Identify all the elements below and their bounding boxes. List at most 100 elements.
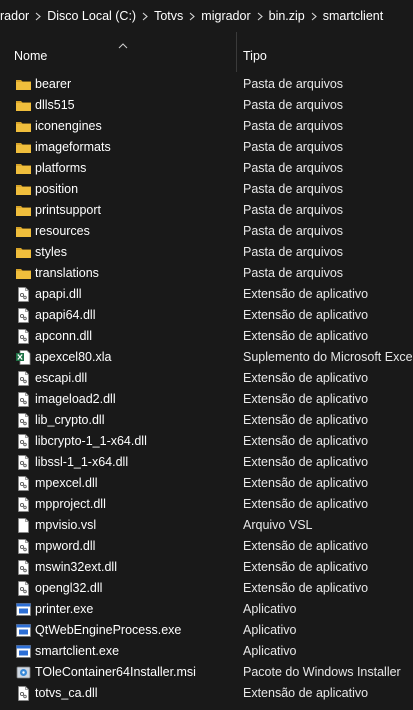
file-row[interactable]: libcrypto-1_1-x64.dll Extensão de aplicat… [0,431,413,452]
file-type: Extensão de aplicativo [243,371,369,385]
file-row[interactable]: mpexcel.dll Extensão de aplicativo [0,473,413,494]
file-list: bearer Pasta de arquivos dlls515 Pasta de a… [0,74,413,704]
dll-file-icon [15,538,32,555]
file-type: Extensão de aplicativo [243,329,369,343]
dll-file-icon [15,286,32,303]
dll-file-icon [15,454,32,471]
exe-icon [15,622,32,639]
file-name: apexcel80.xla [35,350,112,364]
file-name: mpproject.dll [35,497,106,511]
file-row[interactable]: imageformats Pasta de arquivos [0,137,413,158]
file-type: Extensão de aplicativo [243,308,369,322]
file-type: Extensão de aplicativo [243,287,369,301]
chevron-right-icon[interactable] [253,12,267,21]
file-row[interactable]: styles Pasta de arquivos [0,242,413,263]
file-type: Aplicativo [243,644,297,658]
file-name: lib_crypto.dll [35,413,105,427]
file-row[interactable]: printsupport Pasta de arquivos [0,200,413,221]
file-name: imageformats [35,140,111,154]
exe-icon [15,601,32,618]
file-row[interactable]: resources Pasta de arquivos [0,221,413,242]
file-type: Extensão de aplicativo [243,686,369,700]
column-name-label: Nome [14,49,48,63]
chevron-right-icon[interactable] [185,12,199,21]
file-row[interactable]: platforms Pasta de arquivos [0,158,413,179]
folder-icon [15,181,32,198]
file-name: bearer [35,77,72,91]
file-row[interactable]: escapi.dll Extensão de aplicativo [0,368,413,389]
file-row[interactable]: TOleContainer64Installer.msi Pacote do Wi… [0,662,413,683]
file-name: iconengines [35,119,102,133]
folder-icon [15,265,32,282]
file-row[interactable]: apapi.dll Extensão de aplicativo [0,284,413,305]
file-name: opengl32.dll [35,581,103,595]
file-name: platforms [35,161,87,175]
file-row[interactable]: apapi64.dll Extensão de aplicativo [0,305,413,326]
dll-file-icon [15,412,32,429]
file-type: Pasta de arquivos [243,203,344,217]
file-row[interactable]: mswin32ext.dll Extensão de aplicativo [0,557,413,578]
breadcrumb-item[interactable]: smartclient [321,9,385,23]
file-row[interactable]: opengl32.dll Extensão de aplicativo [0,578,413,599]
chevron-right-icon[interactable] [31,12,45,21]
file-row[interactable]: apexcel80.xla Suplemento do Microsoft Exc… [0,347,413,368]
file-row[interactable]: position Pasta de arquivos [0,179,413,200]
file-type: Pasta de arquivos [243,98,344,112]
column-header-type[interactable]: Tipo [237,32,413,72]
file-type: Pacote do Windows Installer [243,665,401,679]
file-name: position [35,182,79,196]
file-row[interactable]: lib_crypto.dll Extensão de aplicativo [0,410,413,431]
folder-icon [15,118,32,135]
file-name: libssl-1_1-x64.dll [35,455,129,469]
breadcrumb-item[interactable]: migrador [199,9,252,23]
file-name: dlls515 [35,98,75,112]
dll-file-icon [15,685,32,702]
breadcrumb-item[interactable]: Disco Local (C:) [45,9,138,23]
file-row[interactable]: mpproject.dll Extensão de aplicativo [0,494,413,515]
file-row[interactable]: dlls515 Pasta de arquivos [0,95,413,116]
file-row[interactable]: totvs_ca.dll Extensão de aplicativo [0,683,413,704]
file-row[interactable]: apconn.dll Extensão de aplicativo [0,326,413,347]
file-name: apapi.dll [35,287,82,301]
column-type-label: Tipo [243,49,267,63]
file-type: Pasta de arquivos [243,161,344,175]
breadcrumb-item[interactable]: bin.zip [267,9,307,23]
file-type: Extensão de aplicativo [243,455,369,469]
file-name: mpword.dll [35,539,96,553]
folder-icon [15,97,32,114]
column-header-name[interactable]: Nome [0,32,237,72]
file-type: Extensão de aplicativo [243,560,369,574]
file-row[interactable]: imageload2.dll Extensão de aplicativo [0,389,413,410]
breadcrumb-item[interactable]: Totvs [152,9,185,23]
file-type: Extensão de aplicativo [243,497,369,511]
folder-icon [15,244,32,261]
breadcrumb-item[interactable]: rador [0,9,31,23]
file-name: printsupport [35,203,102,217]
file-type: Extensão de aplicativo [243,392,369,406]
generic-file-icon [15,517,32,534]
file-row[interactable]: mpvisio.vsl Arquivo VSL [0,515,413,536]
file-row[interactable]: mpword.dll Extensão de aplicativo [0,536,413,557]
breadcrumb: rador Disco Local (C:) Totvs migrador bin.zi… [0,0,413,32]
dll-file-icon [15,370,32,387]
chevron-right-icon[interactable] [138,12,152,21]
file-row[interactable]: QtWebEngineProcess.exe Aplicativo [0,620,413,641]
file-row[interactable]: bearer Pasta de arquivos [0,74,413,95]
file-row[interactable]: printer.exe Aplicativo [0,599,413,620]
file-name: apconn.dll [35,329,92,343]
file-row[interactable]: translations Pasta de arquivos [0,263,413,284]
file-row[interactable]: smartclient.exe Aplicativo [0,641,413,662]
file-row[interactable]: libssl-1_1-x64.dll Extensão de aplicativo [0,452,413,473]
file-name: styles [35,245,67,259]
msi-installer-icon [15,664,32,681]
dll-file-icon [15,307,32,324]
dll-file-icon [15,328,32,345]
file-name: escapi.dll [35,371,88,385]
file-name: imageload2.dll [35,392,116,406]
chevron-right-icon[interactable] [307,12,321,21]
file-type: Extensão de aplicativo [243,413,369,427]
file-type: Extensão de aplicativo [243,539,369,553]
file-type: Pasta de arquivos [243,266,344,280]
exe-icon [15,643,32,660]
file-row[interactable]: iconengines Pasta de arquivos [0,116,413,137]
